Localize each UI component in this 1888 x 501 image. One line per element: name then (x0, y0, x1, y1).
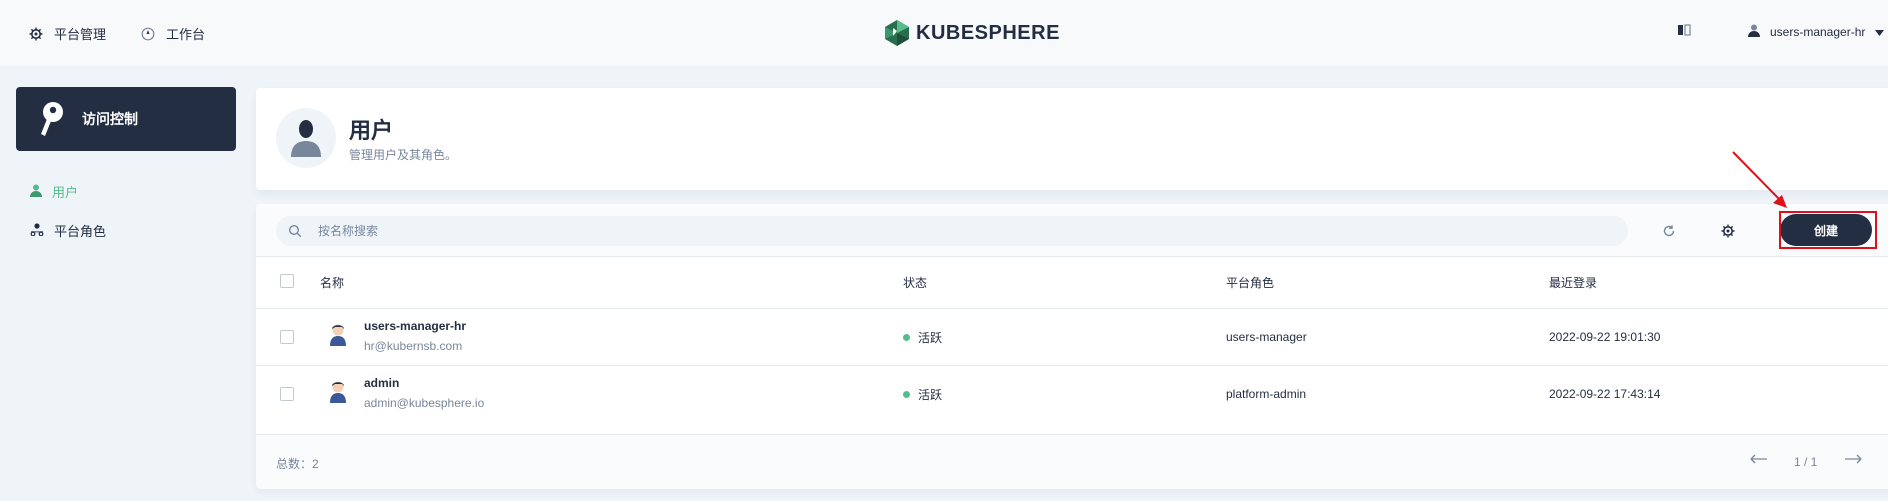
column-header-last-login[interactable]: 最近登录 (1549, 274, 1597, 291)
list-toolbar: 创建 (256, 204, 1888, 257)
refresh-icon (1663, 225, 1675, 237)
key-icon (41, 102, 63, 136)
top-navbar: 平台管理 工作台 KUBESPHERE users-manager-hr (0, 0, 1888, 66)
search-icon (288, 224, 302, 238)
gear-icon (28, 26, 44, 42)
user-menu[interactable]: users-manager-hr (1748, 24, 1885, 40)
book-icon (1677, 24, 1691, 39)
roles-icon (30, 222, 44, 239)
refresh-button[interactable] (1659, 221, 1679, 241)
chevron-down-icon (1875, 25, 1885, 39)
column-header-status[interactable]: 状态 (903, 274, 927, 291)
nav-workbench-label: 工作台 (166, 27, 206, 42)
page-avatar (276, 108, 336, 168)
list-footer: 总数：2 1 / 1 (256, 434, 1888, 489)
nav-platform-management[interactable]: 平台管理 (28, 24, 106, 43)
row-checkbox[interactable] (280, 330, 294, 344)
kubesphere-logo[interactable]: KUBESPHERE (884, 19, 1060, 47)
sidebar-item-users[interactable]: 用户 (30, 182, 78, 201)
user-avatar-icon (330, 324, 346, 346)
next-page-button[interactable] (1844, 453, 1862, 467)
search-input[interactable] (316, 223, 1520, 239)
user-email: admin@kubesphere.io (364, 396, 485, 410)
status-badge: 活跃 (903, 386, 942, 403)
status-dot-icon (903, 391, 910, 398)
kubesphere-logo-icon (885, 20, 909, 46)
status-badge: 活跃 (903, 329, 942, 346)
table-settings-button[interactable] (1718, 221, 1738, 241)
user-last-login: 2022-09-22 17:43:14 (1549, 387, 1661, 401)
prev-page-button[interactable] (1750, 453, 1768, 467)
search-bar[interactable] (276, 216, 1628, 246)
sidebar-item-label: 用户 (52, 185, 79, 200)
user-avatar-icon (330, 381, 346, 403)
divider (256, 308, 1888, 309)
docs-button[interactable] (1677, 24, 1691, 39)
user-name-link[interactable]: users-manager-hr (364, 319, 466, 333)
sidebar-item-label: 平台角色 (54, 224, 107, 239)
status-label: 活跃 (918, 388, 943, 402)
total-count: 总数：2 (276, 457, 319, 471)
user-role: users-manager (1226, 330, 1307, 344)
page-description: 管理用户及其角色。 (349, 148, 458, 162)
column-header-name[interactable]: 名称 (320, 274, 344, 291)
status-dot-icon (903, 334, 910, 341)
user-role: platform-admin (1226, 387, 1307, 401)
divider (256, 365, 1888, 366)
sidebar-item-platform-roles[interactable]: 平台角色 (30, 221, 106, 240)
nav-platform-label: 平台管理 (54, 27, 107, 42)
arrow-left-icon (1750, 454, 1767, 464)
user-name-link[interactable]: admin (364, 376, 399, 390)
page-header-card: 用户 管理用户及其角色。 (256, 88, 1888, 190)
username-label: users-manager-hr (1770, 25, 1866, 39)
page-indicator: 1 / 1 (1794, 455, 1818, 469)
arrow-right-icon (1845, 454, 1862, 464)
sidebar-title-card: 访问控制 (16, 87, 236, 151)
user-list-card: 创建 名称 状态 平台角色 最近登录 users-manager-hr hr@k… (256, 204, 1888, 489)
logo-text: KUBESPHERE (916, 21, 1060, 44)
status-label: 活跃 (918, 331, 943, 345)
user-icon (291, 120, 321, 157)
user-icon (1748, 24, 1760, 40)
select-all-checkbox[interactable] (280, 274, 294, 288)
settings-icon (1721, 224, 1735, 238)
sidebar-title: 访问控制 (82, 111, 138, 127)
user-icon (30, 184, 42, 200)
column-header-role[interactable]: 平台角色 (1226, 274, 1274, 291)
user-last-login: 2022-09-22 19:01:30 (1549, 330, 1661, 344)
annotation-highlight-box (1779, 211, 1877, 249)
compass-icon (140, 26, 156, 42)
user-email: hr@kubernsb.com (364, 339, 463, 353)
nav-workbench[interactable]: 工作台 (140, 24, 205, 43)
page-title: 用户 (349, 118, 394, 143)
row-checkbox[interactable] (280, 387, 294, 401)
